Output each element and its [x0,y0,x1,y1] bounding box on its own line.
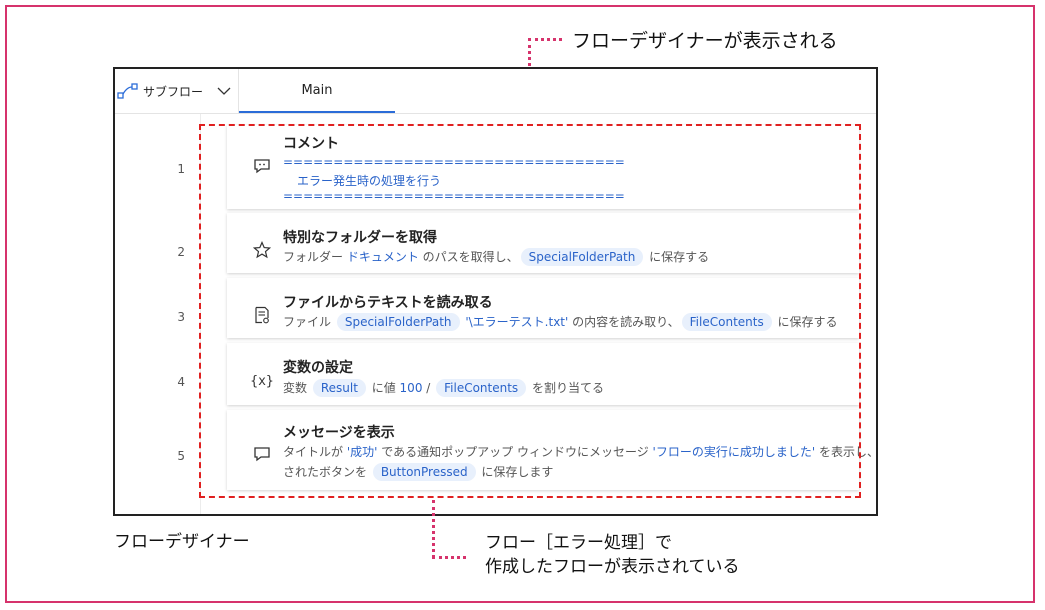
action-title: ファイルからテキストを読み取る [283,295,493,311]
action-comment[interactable]: コメント ================================== … [227,125,859,209]
desc-text: に保存します [477,465,554,479]
line-number-gutter: 1 2 3 4 5 [115,114,201,514]
variable-pill[interactable]: SpecialFolderPath [336,313,460,331]
top-callout: フローデザイナーが表示される [572,30,838,52]
line-number: 5 [177,449,185,463]
tab-main[interactable]: Main [239,69,395,113]
desc-text: / [422,381,435,395]
subflow-icon [117,83,138,99]
action-get-special-folder[interactable]: 特別なフォルダーを取得 フォルダー ドキュメント のパスを取得し、 Special… [227,213,859,273]
desc-text: に値 [367,381,400,395]
desc-text: の内容を読み取り、 [568,315,680,329]
desc-folder-value: ドキュメント [346,250,419,264]
line-number: 4 [177,375,185,389]
comment-icon [251,155,273,177]
variable-pill[interactable]: ButtonPressed [372,463,476,481]
designer-label: フローデザイナー [114,532,250,552]
message-icon [251,443,273,465]
comment-separator: ================================== [283,155,625,169]
line-number: 2 [177,245,185,259]
comment-separator: ================================== [283,189,625,203]
bottom-callout-line2: 作成したフローが表示されている [485,557,740,577]
action-title: 特別なフォルダーを取得 [283,230,437,246]
action-title: コメント [283,136,339,152]
top-callout-leader [528,38,562,41]
variable-icon: {x} [250,373,274,389]
desc-text: を割り当てる [528,381,605,395]
desc-number-value: 100 [399,381,423,395]
file-read-icon [251,304,273,326]
subflow-label: サブフロー [143,84,204,99]
line-number: 3 [177,310,185,324]
comment-text: エラー発生時の処理を行う [297,174,442,188]
action-title: 変数の設定 [283,360,353,376]
desc-text: に保存する [773,315,838,329]
desc-title-value: '成功' [346,445,378,459]
bottom-callout-line1: フロー［エラー処理］で [485,533,672,553]
desc-text: を表示し、押 [818,445,878,459]
desc-text: タイトルが [283,445,347,459]
action-description-line2: されたボタンを ButtonPressed に保存します [283,462,553,482]
variable-pill[interactable]: Result [312,379,366,397]
top-callout-leader-vertical [528,38,531,66]
subflow-dropdown[interactable]: サブフロー [115,69,239,113]
tab-bar: サブフロー Main [115,69,876,114]
action-description: タイトルが '成功' である通知ポップアップ ウィンドウにメッセージ 'フローの… [283,442,878,462]
action-title: メッセージを表示 [283,425,395,441]
desc-text: フォルダー [283,250,347,264]
variable-pill[interactable]: SpecialFolderPath [520,248,644,266]
variable-pill[interactable]: FileContents [436,379,527,397]
chevron-down-icon [217,87,231,95]
desc-text: されたボタンを [283,465,371,479]
bottom-callout-leader [432,556,466,559]
desc-text: に保存する [645,250,710,264]
bottom-callout: フロー［エラー処理］で 作成したフローが表示されている [485,531,740,579]
desc-text: である通知ポップアップ ウィンドウにメッセージ [377,445,653,459]
action-read-text-file[interactable]: ファイルからテキストを読み取る ファイル SpecialFolderPath '… [227,278,859,338]
desc-path-value: '\エラーテスト.txt' [461,315,569,329]
desc-text: ファイル [283,315,335,329]
action-set-variable[interactable]: {x} 変数の設定 変数 Result に値 100 / FileContent… [227,343,859,405]
star-icon [251,239,273,261]
action-description: ファイル SpecialFolderPath '\エラーテスト.txt' の内容… [283,312,838,332]
variable-pill[interactable]: FileContents [681,313,772,331]
action-description: 変数 Result に値 100 / FileContents を割り当てる [283,378,604,398]
desc-message-value: 'フローの実行に成功しました' [652,445,816,459]
flow-designer: サブフロー Main 1 2 3 4 5 コメント ==============… [113,67,878,516]
line-number: 1 [177,162,185,176]
action-description: フォルダー ドキュメント のパスを取得し、 SpecialFolderPath に… [283,247,709,267]
action-display-message[interactable]: メッセージを表示 タイトルが '成功' である通知ポップアップ ウィンドウにメッ… [227,410,876,490]
desc-text: のパスを取得し、 [418,250,519,264]
bottom-callout-leader-vertical [432,500,435,558]
desc-text: 変数 [283,381,311,395]
